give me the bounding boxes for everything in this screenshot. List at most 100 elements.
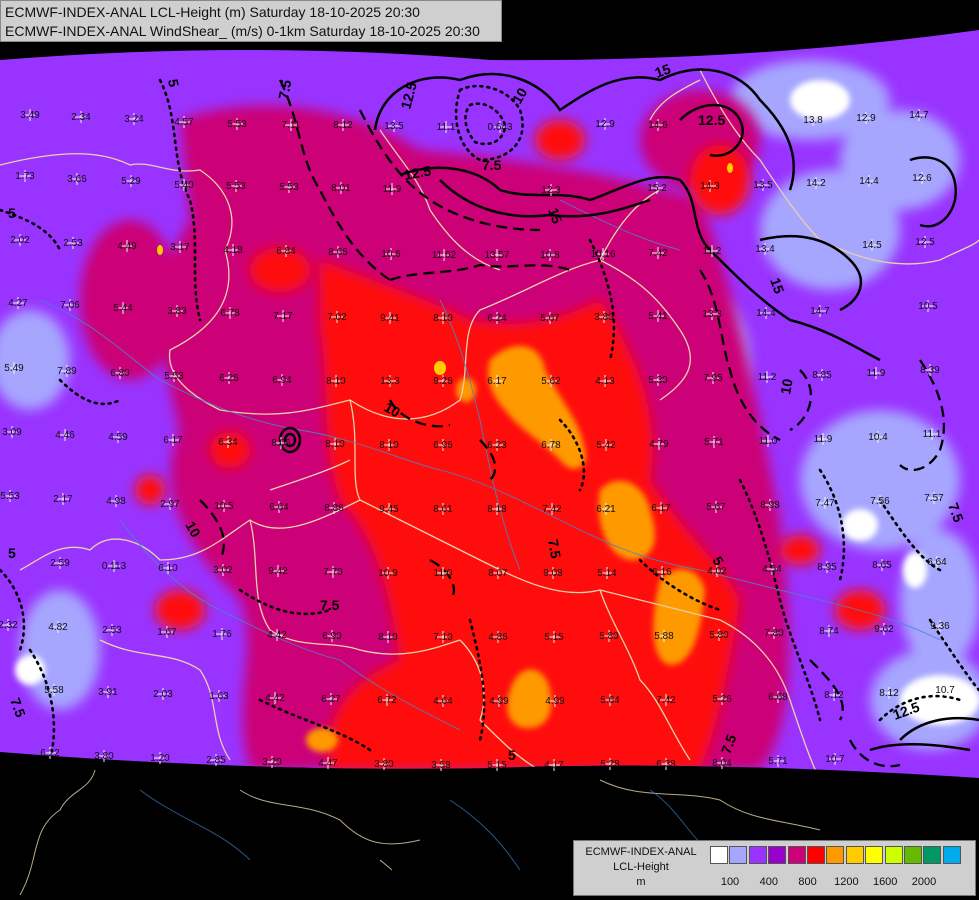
station-marker: 4.02 (707, 565, 727, 577)
station-value: 5.26 (712, 694, 732, 705)
station-value: 11.2 (758, 372, 777, 383)
station-marker: 0.113 (102, 560, 127, 572)
station-marker: 7.42 (542, 503, 562, 515)
station-marker: 3.58 (431, 759, 451, 771)
station-marker: 5.40 (174, 179, 194, 191)
station-marker: 11.1 (437, 121, 456, 133)
station-value: 5.71 (704, 437, 724, 448)
station-value: 7.80 (764, 628, 784, 639)
station-value: 5.71 (768, 756, 788, 767)
station-value: 8.04 (712, 758, 732, 769)
station-value: 13.8 (803, 115, 823, 126)
station-marker: 9.26 (433, 375, 453, 387)
station-marker: 4.27 (8, 297, 28, 309)
station-marker: 13.57 (484, 249, 510, 261)
station-value: 14.5 (862, 240, 882, 251)
station-value: 7.70 (323, 567, 343, 578)
station-marker: 7.80 (764, 627, 784, 639)
station-value: 5.29 (121, 176, 141, 187)
legend-model: ECMWF-INDEX-ANAL (585, 846, 697, 858)
legend-swatch (710, 846, 728, 864)
station-value: 13.3 (380, 376, 400, 387)
station-value: 4.18 (223, 245, 243, 256)
station-marker: 4.49 (117, 240, 137, 252)
station-marker: 13.3 (702, 308, 722, 320)
station-marker: 3.02 (213, 564, 233, 576)
station-value: 6.84 (276, 246, 296, 257)
station-marker: 6.17 (651, 502, 671, 514)
legend-swatch (923, 846, 942, 864)
station-value: 8.07 (488, 568, 508, 579)
station-value: 9.42 (268, 566, 288, 577)
station-value: 10.5 (214, 501, 234, 512)
station-value: 5.80 (599, 631, 619, 642)
station-marker: 3.80 (94, 750, 114, 762)
station-value: 2.34 (71, 112, 91, 123)
station-value: 4.57 (174, 117, 194, 128)
station-marker: 10.7 (825, 753, 845, 765)
station-value: 15.2 (647, 183, 667, 194)
station-value: 12.6 (912, 173, 932, 184)
station-marker: 5.49 (4, 362, 24, 374)
station-value: 10.16 (590, 249, 615, 260)
station-value: 6.17 (163, 435, 183, 446)
station-marker: 12.9 (856, 112, 876, 124)
station-value: 6.21 (596, 504, 616, 515)
station-marker: 5.53 (164, 370, 184, 382)
station-value: 6.80 (110, 368, 130, 379)
station-marker: 8.95 (817, 561, 837, 573)
station-marker: 4.46 (55, 429, 75, 441)
station-value: 6.94 (272, 375, 292, 386)
station-value: 5.14 (597, 568, 617, 579)
station-marker: 5.28 (600, 758, 620, 770)
station-value: 12.9 (856, 113, 876, 124)
station-marker: 8.85 (812, 369, 832, 381)
station-value: 6.23 (487, 440, 507, 451)
station-value: 11.1 (923, 429, 942, 440)
station-value: 5.44 (113, 303, 133, 314)
station-value: 4.54 (762, 564, 782, 575)
station-value: 2.85 (206, 755, 226, 766)
legend-title: ECMWF-INDEX-ANAL LCL-Height m (574, 845, 708, 890)
station-marker: 14.7 (909, 109, 929, 121)
station-marker: 6.80 (110, 367, 130, 379)
station-marker: 8.07 (488, 567, 508, 579)
station-marker: 5.71 (704, 436, 724, 448)
station-value: 7.42 (656, 695, 676, 706)
station-marker: 4.54 (762, 563, 782, 575)
station-value: 1.73 (15, 171, 35, 182)
color-legend: ECMWF-INDEX-ANAL LCL-Height m 100 400 800 1… (573, 840, 976, 896)
station-value: 11.1 (437, 122, 456, 133)
station-marker: 5.53 (226, 180, 246, 192)
legend-swatch (884, 846, 903, 864)
station-marker: 11.9 (867, 367, 886, 379)
contour-label: 10 (777, 377, 795, 395)
station-marker: 14.3 (700, 180, 720, 192)
station-marker: 4.82 (48, 621, 68, 633)
station-marker: 9.42 (268, 565, 288, 577)
station-value: 4.13 (595, 376, 615, 387)
station-value: 9.62 (874, 624, 894, 635)
station-value: 11.62 (432, 250, 457, 261)
station-value: 7.56 (870, 496, 890, 507)
station-value: 11.9 (814, 434, 833, 445)
station-marker: 14.4 (859, 175, 879, 187)
station-marker: 5.88 (654, 630, 674, 642)
station-value: 8.61 (433, 504, 453, 515)
station-value: 9.08 (543, 568, 563, 579)
station-marker: 4.47 (318, 757, 338, 769)
station-marker: 3.66 (67, 173, 87, 185)
station-marker: 7.56 (870, 495, 890, 507)
station-marker: 8.18 (487, 503, 507, 515)
station-marker: 8.12 (824, 689, 844, 701)
station-value: 2.03 (153, 689, 173, 700)
station-marker: 9.41 (380, 312, 400, 324)
station-value: 0.113 (102, 561, 127, 572)
station-marker: 5.29 (121, 175, 141, 187)
station-marker: 8.39 (920, 364, 940, 376)
station-value: 3.80 (94, 751, 114, 762)
station-value: 7.89 (57, 366, 77, 377)
station-value: 2.02 (10, 235, 30, 246)
station-marker: 5.15 (544, 631, 564, 643)
legend-tick: 100 (720, 876, 740, 888)
